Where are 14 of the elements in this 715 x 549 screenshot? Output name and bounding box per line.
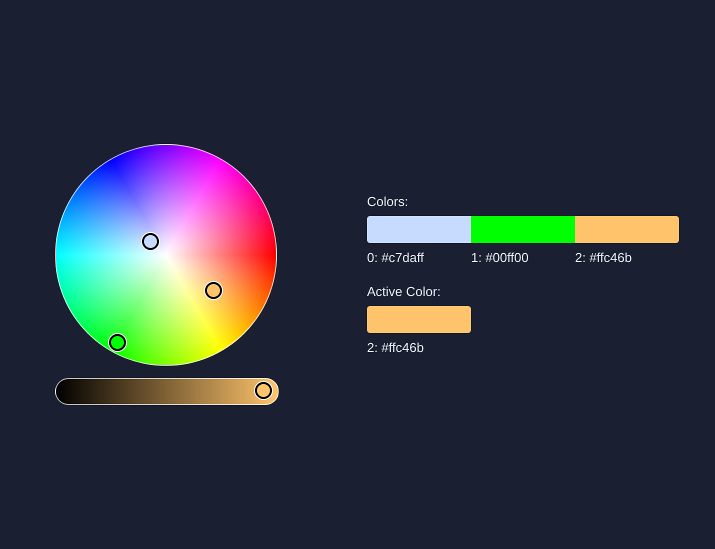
active-color-value: 2: #ffc46b [367, 339, 425, 357]
color-swatch[interactable] [575, 216, 679, 243]
brightness-slider[interactable] [55, 378, 279, 405]
active-color-label: Active Color: [367, 282, 442, 300]
slider-thumb[interactable] [255, 382, 272, 399]
color-handle[interactable] [142, 233, 159, 250]
color-handle[interactable] [108, 334, 126, 352]
color-value: 0: #c7daff [367, 250, 424, 265]
colors-label: Colors: [367, 192, 410, 210]
color-swatch[interactable] [471, 216, 575, 243]
color-value: 2: #ffc46b [575, 250, 632, 265]
color-swatch[interactable] [367, 216, 471, 243]
color-value: 1: #00ff00 [471, 250, 529, 265]
color-handle[interactable] [205, 282, 222, 299]
